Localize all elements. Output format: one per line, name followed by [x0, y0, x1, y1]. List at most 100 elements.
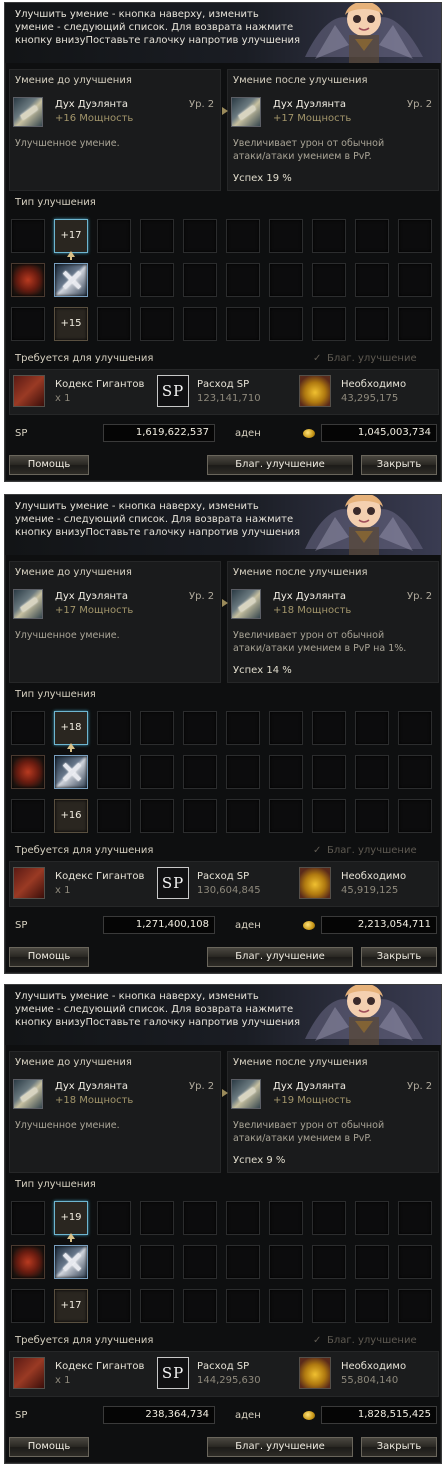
- grid-cell: [183, 307, 217, 341]
- sp-label: SP: [15, 1410, 28, 1421]
- arrow-right-icon: [222, 1089, 228, 1097]
- after-skill-power: +17 Мощность: [273, 113, 352, 124]
- grid-cell: [226, 263, 260, 297]
- grid-cell: [355, 1245, 389, 1279]
- grid-cell: [11, 1201, 45, 1235]
- grid-cell: [269, 755, 303, 789]
- grid-cell: [97, 799, 131, 833]
- grid-cell: [97, 1289, 131, 1323]
- req-book-qty: x 1: [55, 885, 71, 896]
- grid-cell: [312, 711, 346, 745]
- blessed-enchant-button[interactable]: Благ. улучшение: [207, 455, 353, 475]
- whip-icon[interactable]: [11, 755, 45, 789]
- close-button[interactable]: Закрыть: [361, 455, 437, 475]
- coin-icon: [303, 429, 315, 438]
- after-description: Увеличивает урон от обычной атаки/атаки …: [233, 1120, 385, 1144]
- option-down-button[interactable]: +16: [54, 799, 88, 833]
- close-button[interactable]: Закрыть: [361, 1437, 437, 1457]
- skill-enchant-window-3: Улучшить умение - кнопка наверху, измени…: [4, 984, 442, 1464]
- grid-cell: [355, 711, 389, 745]
- book-icon: [13, 375, 45, 407]
- before-skill-power: +18 Мощность: [55, 1095, 134, 1106]
- grid-cell: [269, 307, 303, 341]
- req-sp-name: Расход SP: [197, 871, 250, 882]
- help-button[interactable]: Помощь: [9, 947, 89, 967]
- after-title: Умение после улучшения: [233, 1057, 368, 1068]
- arrow-up-head-icon: [67, 1233, 75, 1239]
- before-skill-level: Ур. 2: [189, 591, 215, 602]
- option-up-button[interactable]: +17: [54, 219, 88, 253]
- grid-cell: [183, 1289, 217, 1323]
- window-header: Улучшить умение - кнопка наверху, измени…: [5, 985, 441, 1045]
- option-up-button[interactable]: +18: [54, 711, 88, 745]
- grid-cell: [140, 219, 174, 253]
- before-skill-sword-icon: [13, 1079, 43, 1109]
- blessed-enchant-button[interactable]: Благ. улучшение: [207, 1437, 353, 1457]
- sp-label: SP: [15, 428, 28, 439]
- grid-cell: [355, 263, 389, 297]
- grid-cell: [312, 755, 346, 789]
- before-skill-power: +16 Мощность: [55, 113, 134, 124]
- success-rate: Успех 9 %: [233, 1155, 286, 1166]
- requirements-row: [9, 369, 439, 415]
- grid-cell: [398, 1201, 432, 1235]
- after-description: Увеличивает урон от обычной атаки/атаки …: [233, 138, 385, 162]
- before-title: Умение до улучшения: [15, 75, 132, 86]
- gold-pile-icon: [299, 867, 331, 899]
- before-description: Улучшенное умение.: [15, 1120, 120, 1131]
- req-adena-cost: 43,295,175: [341, 393, 399, 404]
- window-header: Улучшить умение - кнопка наверху, измени…: [5, 3, 441, 63]
- grid-cell: [355, 755, 389, 789]
- close-button[interactable]: Закрыть: [361, 947, 437, 967]
- grid-cell: [269, 1245, 303, 1279]
- sp-icon: SP: [157, 867, 189, 899]
- grid-cell: [269, 1201, 303, 1235]
- requirements-row: [9, 1351, 439, 1397]
- header-instructions: Улучшить умение - кнопка наверху, измени…: [15, 501, 301, 538]
- req-book-qty: x 1: [55, 1375, 71, 1386]
- blessed-enchant-checkbox-label: Благ. улучшение: [327, 1335, 417, 1346]
- option-down-button[interactable]: +17: [54, 1289, 88, 1323]
- blessed-enchant-button[interactable]: Благ. улучшение: [207, 947, 353, 967]
- adena-amount: 1,828,515,425: [321, 1406, 437, 1424]
- before-skill-name: Дух Дуэлянта: [55, 99, 128, 110]
- grid-cell: [269, 263, 303, 297]
- grid-cell: [97, 307, 131, 341]
- checkmark-icon[interactable]: ✓: [313, 845, 321, 856]
- grid-cell: [226, 755, 260, 789]
- grid-cell: [398, 1289, 432, 1323]
- grid-cell: [269, 711, 303, 745]
- sp-icon: SP: [157, 375, 189, 407]
- coin-icon: [303, 1411, 315, 1420]
- adena-label: аден: [235, 428, 261, 439]
- grid-cell: [226, 711, 260, 745]
- checkmark-icon[interactable]: ✓: [313, 1335, 321, 1346]
- grid-cell: [355, 1289, 389, 1323]
- option-down-button[interactable]: +15: [54, 307, 88, 341]
- current-skill-sword-icon[interactable]: [54, 263, 88, 297]
- option-up-button[interactable]: +19: [54, 1201, 88, 1235]
- book-icon: [13, 1357, 45, 1389]
- coin-icon: [303, 921, 315, 930]
- blessed-enchant-checkbox-label: Благ. улучшение: [327, 845, 417, 856]
- whip-icon[interactable]: [11, 263, 45, 297]
- grid-cell: [312, 799, 346, 833]
- before-skill-sword-icon: [13, 97, 43, 127]
- req-book-name: Кодекс Гигантов: [55, 379, 145, 390]
- help-button[interactable]: Помощь: [9, 455, 89, 475]
- current-skill-sword-icon[interactable]: [54, 755, 88, 789]
- gold-pile-icon: [299, 1357, 331, 1389]
- requirements-row: [9, 861, 439, 907]
- checkmark-icon[interactable]: ✓: [313, 353, 321, 364]
- grid-cell: [140, 755, 174, 789]
- whip-icon[interactable]: [11, 1245, 45, 1279]
- current-skill-sword-icon[interactable]: [54, 1245, 88, 1279]
- help-button[interactable]: Помощь: [9, 1437, 89, 1457]
- after-skill-name: Дух Дуэлянта: [273, 99, 346, 110]
- grid-cell: [312, 219, 346, 253]
- grid-cell: [11, 799, 45, 833]
- after-skill-name: Дух Дуэлянта: [273, 1081, 346, 1092]
- grid-cell: [140, 307, 174, 341]
- grid-cell: [226, 1289, 260, 1323]
- required-title: Требуется для улучшения: [15, 845, 154, 856]
